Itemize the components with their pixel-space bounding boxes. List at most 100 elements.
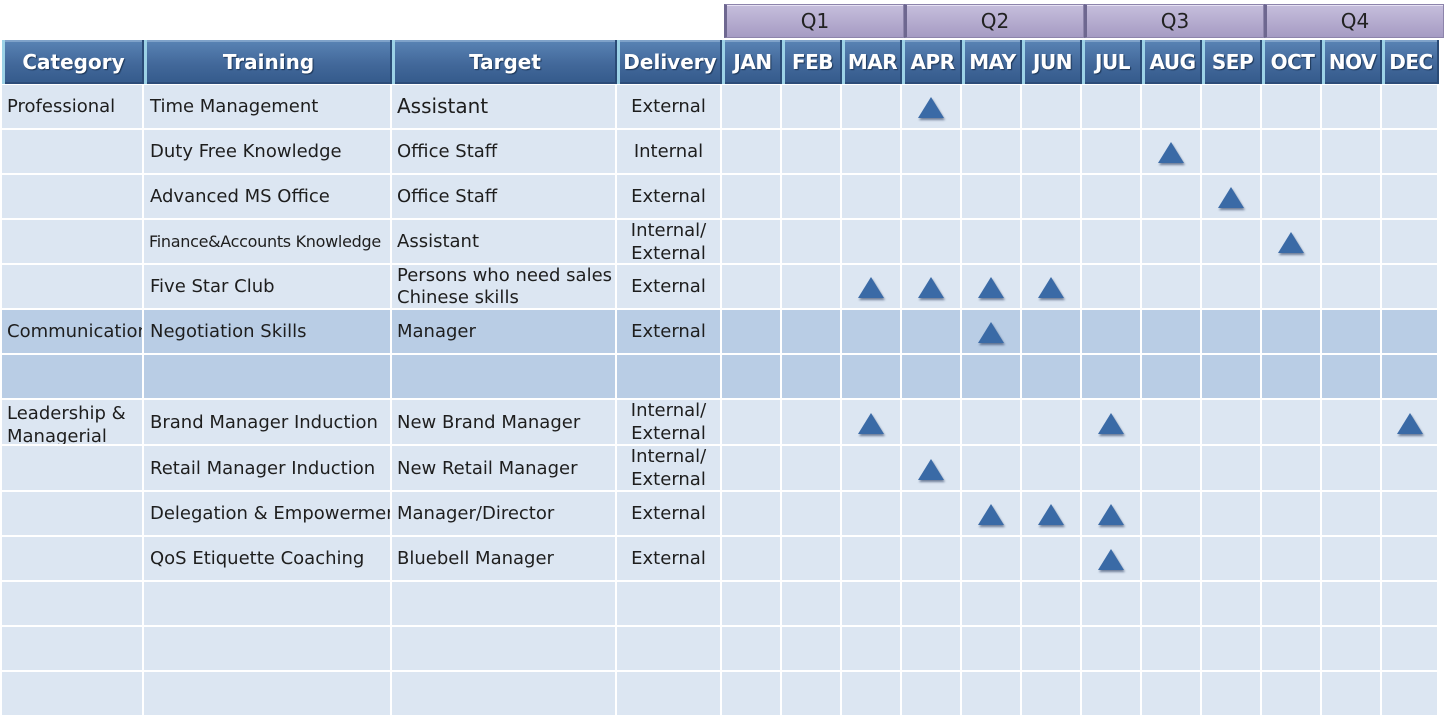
table-row: Five Star Club Persons who need sales Chi… bbox=[2, 265, 1439, 310]
month-cell-feb bbox=[782, 355, 842, 400]
month-cell-feb bbox=[782, 672, 842, 717]
month-cell-jun bbox=[1022, 220, 1082, 265]
quarter-q2: Q2 bbox=[904, 4, 1084, 38]
month-cell-dec bbox=[1382, 85, 1439, 130]
month-cell-jun bbox=[1022, 492, 1082, 537]
month-cell-feb bbox=[782, 175, 842, 220]
month-cell-jul bbox=[1082, 492, 1142, 537]
header-row: Category Training Target Delivery JAN FEB… bbox=[2, 40, 1439, 84]
header-month-jul: JUL bbox=[1082, 40, 1142, 84]
triangle-up-icon bbox=[1218, 187, 1244, 208]
delivery-cell bbox=[617, 355, 722, 400]
month-cell-nov bbox=[1322, 672, 1382, 717]
month-cell-jan bbox=[722, 672, 782, 717]
category-cell bbox=[2, 175, 144, 220]
category-cell bbox=[2, 130, 144, 175]
table-row: Advanced MS Office Office Staff External bbox=[2, 175, 1439, 220]
month-cell-jan bbox=[722, 355, 782, 400]
table-row: Duty Free Knowledge Office Staff Internal bbox=[2, 130, 1439, 175]
delivery-cell: Internal/ External bbox=[617, 400, 722, 446]
month-cell-mar bbox=[842, 310, 902, 355]
training-cell: Brand Manager Induction bbox=[144, 400, 392, 446]
month-cell-may bbox=[962, 310, 1022, 355]
month-cell-may bbox=[962, 492, 1022, 537]
month-cell-jun bbox=[1022, 537, 1082, 582]
category-cell: Communication bbox=[2, 310, 144, 355]
month-cell-aug bbox=[1142, 265, 1202, 310]
month-cell-dec bbox=[1382, 355, 1439, 400]
month-cell-dec bbox=[1382, 537, 1439, 582]
training-cell bbox=[144, 627, 392, 672]
month-headers: JAN FEB MAR APR MAY JUN JUL AUG SEP OCT NOV DEC bbox=[722, 40, 1439, 84]
triangle-up-icon bbox=[1098, 549, 1124, 570]
delivery-cell: External bbox=[617, 492, 722, 537]
month-cell-aug bbox=[1142, 672, 1202, 717]
header-month-feb: FEB bbox=[782, 40, 842, 84]
month-cell-oct bbox=[1262, 446, 1322, 492]
month-cell-apr bbox=[902, 400, 962, 446]
month-cell-jul bbox=[1082, 175, 1142, 220]
month-cell-sep bbox=[1202, 85, 1262, 130]
triangle-up-icon bbox=[918, 97, 944, 118]
month-cell-sep bbox=[1202, 220, 1262, 265]
month-cell-jan bbox=[722, 310, 782, 355]
target-cell: Persons who need sales Chinese skills bbox=[392, 265, 617, 310]
quarter-bar: Q1 Q2 Q3 Q4 bbox=[724, 4, 1444, 38]
month-cell-mar bbox=[842, 85, 902, 130]
month-cell-sep bbox=[1202, 492, 1262, 537]
month-cell-dec bbox=[1382, 310, 1439, 355]
month-cell-jul bbox=[1082, 310, 1142, 355]
month-cell-oct bbox=[1262, 85, 1322, 130]
month-cell-dec bbox=[1382, 582, 1439, 627]
month-cell-jun bbox=[1022, 355, 1082, 400]
month-cell-dec bbox=[1382, 175, 1439, 220]
month-cell-nov bbox=[1322, 265, 1382, 310]
header-month-apr: APR bbox=[902, 40, 962, 84]
month-cell-nov bbox=[1322, 537, 1382, 582]
month-cell-feb bbox=[782, 537, 842, 582]
category-cell: Professional bbox=[2, 85, 144, 130]
month-cell-jun bbox=[1022, 130, 1082, 175]
category-cell bbox=[2, 627, 144, 672]
month-cell-jul bbox=[1082, 355, 1142, 400]
delivery-cell: External bbox=[617, 85, 722, 130]
category-cell bbox=[2, 537, 144, 582]
month-cell-apr bbox=[902, 220, 962, 265]
month-cell-may bbox=[962, 537, 1022, 582]
month-cell-jul bbox=[1082, 130, 1142, 175]
month-cell-apr bbox=[902, 672, 962, 717]
month-cell-sep bbox=[1202, 446, 1262, 492]
month-cell-feb bbox=[782, 310, 842, 355]
delivery-cell: Internal bbox=[617, 130, 722, 175]
month-cell-may bbox=[962, 446, 1022, 492]
month-cell-jan bbox=[722, 130, 782, 175]
training-cell: Negotiation Skills bbox=[144, 310, 392, 355]
delivery-cell: Internal/ External bbox=[617, 220, 722, 265]
month-cell-jun bbox=[1022, 446, 1082, 492]
month-cell-apr bbox=[902, 310, 962, 355]
training-cell bbox=[144, 355, 392, 400]
category-cell: Leadership & Managerial bbox=[2, 400, 144, 446]
month-cell-oct bbox=[1262, 175, 1322, 220]
triangle-up-icon bbox=[1098, 412, 1124, 434]
month-cell-dec bbox=[1382, 446, 1439, 492]
month-cell-mar bbox=[842, 220, 902, 265]
header-month-jan: JAN bbox=[722, 40, 782, 84]
training-cell bbox=[144, 582, 392, 627]
month-cell-aug bbox=[1142, 627, 1202, 672]
table-row: Professional Time Management Assistant Exte… bbox=[2, 85, 1439, 130]
month-cell-sep bbox=[1202, 355, 1262, 400]
target-cell: New Retail Manager bbox=[392, 446, 617, 492]
category-cell bbox=[2, 265, 144, 310]
month-cell-jun bbox=[1022, 672, 1082, 717]
quarter-q1: Q1 bbox=[724, 4, 904, 38]
month-cell-dec bbox=[1382, 400, 1439, 446]
month-cell-may bbox=[962, 265, 1022, 310]
header-month-oct: OCT bbox=[1262, 40, 1322, 84]
month-cell-may bbox=[962, 220, 1022, 265]
month-cell-jun bbox=[1022, 627, 1082, 672]
month-cell-dec bbox=[1382, 627, 1439, 672]
month-cell-jun bbox=[1022, 400, 1082, 446]
target-cell: Assistant bbox=[392, 85, 617, 130]
month-cell-oct bbox=[1262, 310, 1322, 355]
